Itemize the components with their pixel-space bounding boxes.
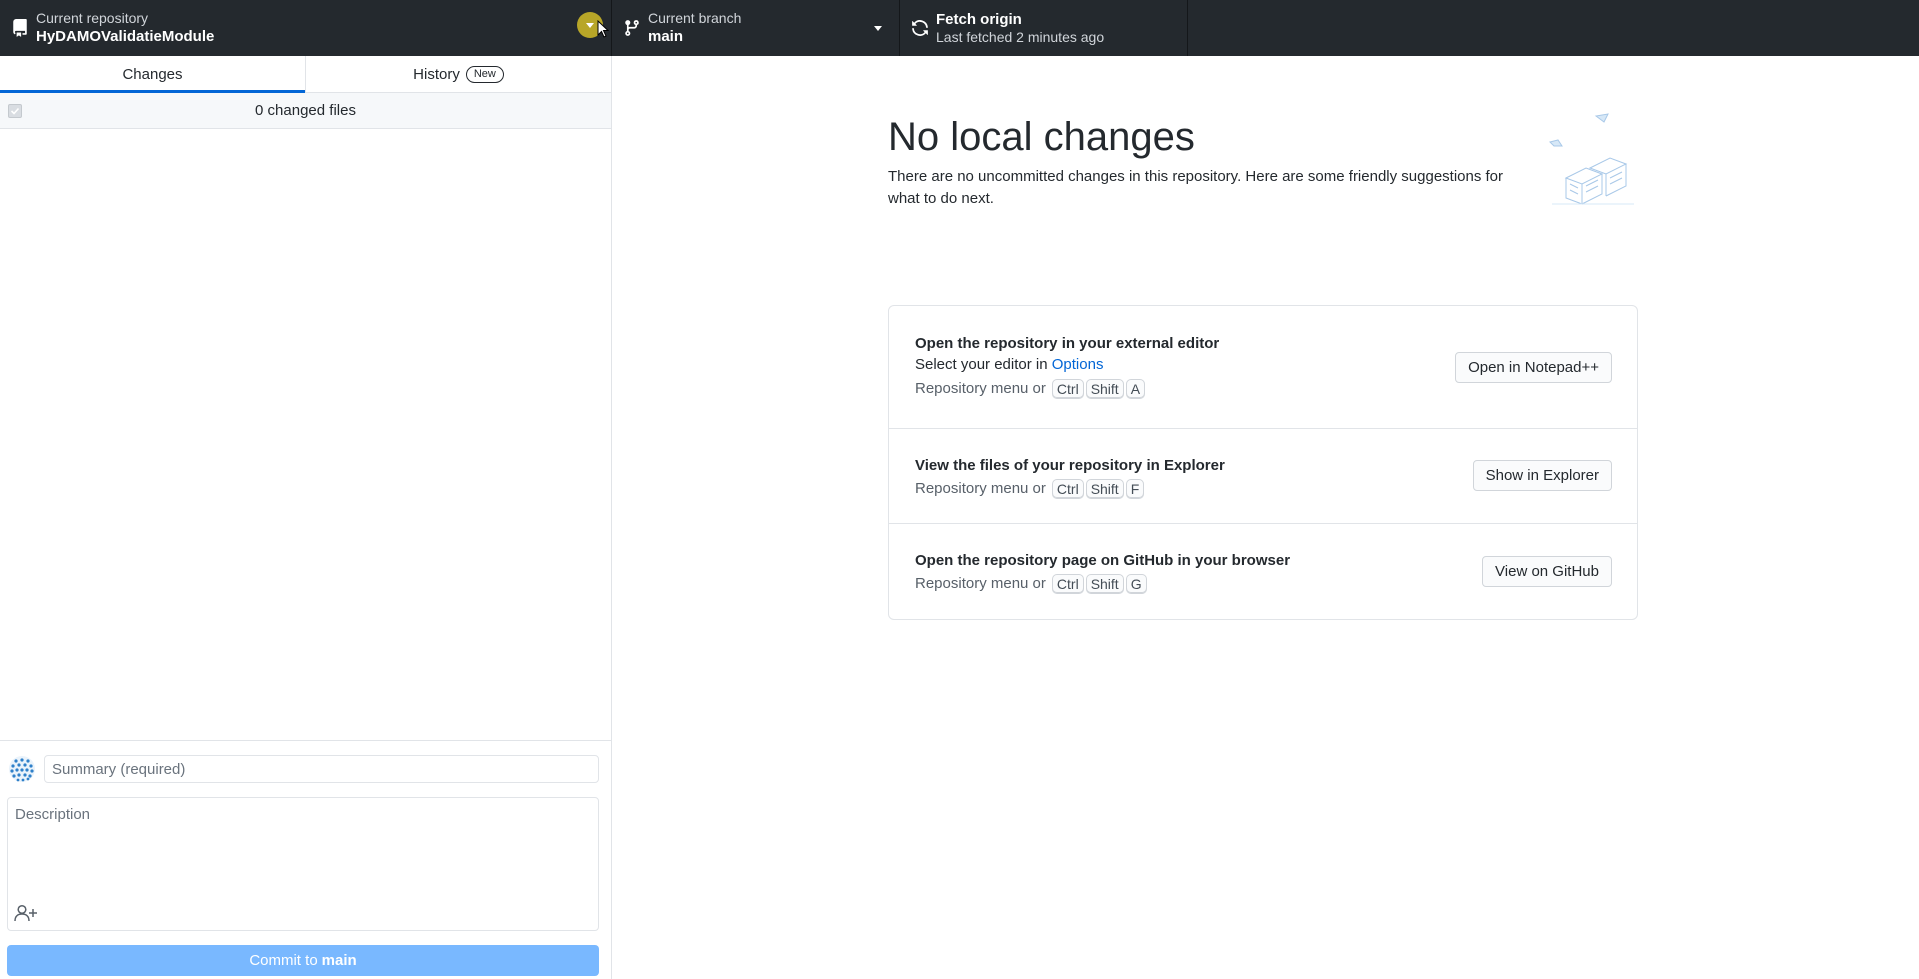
commit-button-branch: main bbox=[321, 952, 357, 969]
key-shift: Shift bbox=[1085, 379, 1124, 399]
key-g: G bbox=[1125, 574, 1147, 594]
key-a: A bbox=[1125, 379, 1146, 399]
show-in-explorer-button[interactable]: Show in Explorer bbox=[1472, 460, 1612, 491]
suggestion-description-text: Select your editor in bbox=[915, 356, 1048, 373]
suggestion-show-explorer: View the files of your repository in Exp… bbox=[889, 429, 1637, 524]
tab-changes[interactable]: Changes bbox=[0, 56, 305, 93]
fetch-subtitle: Last fetched 2 minutes ago bbox=[936, 29, 1105, 45]
toolbar: Current repository HyDAMOValidatieModule… bbox=[0, 0, 1919, 56]
changed-files-count: 0 changed files bbox=[255, 102, 356, 119]
repository-label: Current repository bbox=[36, 10, 149, 26]
main-content: No local changes There are no uncommitte… bbox=[613, 56, 1919, 979]
tab-changes-label: Changes bbox=[122, 65, 183, 83]
key-ctrl: Ctrl bbox=[1051, 574, 1084, 594]
key-f: F bbox=[1125, 479, 1145, 499]
check-icon bbox=[10, 107, 20, 115]
commit-summary-input[interactable] bbox=[44, 755, 599, 783]
repo-icon bbox=[0, 0, 36, 56]
shortcut-label: Repository menu or bbox=[915, 380, 1046, 397]
suggestion-view-github: Open the repository page on GitHub in yo… bbox=[889, 524, 1637, 619]
page-subtitle: There are no uncommitted changes in this… bbox=[888, 168, 1504, 207]
tab-history[interactable]: History New bbox=[305, 56, 611, 92]
suggestion-open-editor: Open the repository in your external edi… bbox=[889, 306, 1637, 429]
sidebar-tabs: Changes History New bbox=[0, 56, 611, 93]
select-all-checkbox[interactable] bbox=[8, 104, 22, 118]
key-ctrl: Ctrl bbox=[1051, 479, 1084, 499]
commit-button-prefix: Commit to bbox=[249, 952, 318, 969]
changes-sidebar: Changes History New 0 changed files Summ… bbox=[0, 56, 612, 979]
suggestion-title: Open the repository in your external edi… bbox=[915, 335, 1220, 352]
shortcut-label: Repository menu or bbox=[915, 575, 1046, 592]
shortcut-label: Repository menu or bbox=[915, 480, 1046, 497]
suggestions-list: Open the repository in your external edi… bbox=[888, 305, 1638, 620]
triangle-down-icon bbox=[873, 0, 883, 56]
mouse-cursor-icon bbox=[597, 20, 609, 38]
options-link[interactable]: Options bbox=[1052, 356, 1104, 373]
avatar bbox=[9, 756, 35, 782]
branch-label: Current branch bbox=[648, 10, 742, 26]
commit-message-area: Commit to main bbox=[0, 740, 611, 979]
repository-selector[interactable]: Current repository HyDAMOValidatieModule bbox=[0, 0, 612, 56]
tab-history-label: History bbox=[413, 65, 460, 83]
commit-description-box bbox=[7, 797, 599, 931]
changes-list-header: 0 changed files bbox=[0, 93, 611, 129]
fetch-origin-button[interactable]: Fetch origin Last fetched 2 minutes ago bbox=[900, 0, 1188, 56]
key-ctrl: Ctrl bbox=[1051, 379, 1084, 399]
commit-button[interactable]: Commit to main bbox=[7, 945, 599, 976]
commit-description-input[interactable] bbox=[8, 798, 598, 894]
branch-name: main bbox=[648, 28, 684, 45]
open-in-editor-button[interactable]: Open in Notepad++ bbox=[1455, 352, 1612, 383]
branch-selector[interactable]: Current branch main bbox=[612, 0, 900, 56]
no-changes-panel: No local changes There are no uncommitte… bbox=[888, 112, 1638, 620]
fetch-title: Fetch origin bbox=[936, 11, 1022, 28]
empty-state-illustration bbox=[1549, 113, 1634, 205]
sync-icon bbox=[900, 0, 936, 56]
repository-name: HyDAMOValidatieModule bbox=[36, 28, 215, 45]
person-add-icon[interactable] bbox=[14, 904, 38, 922]
view-on-github-button[interactable]: View on GitHub bbox=[1482, 556, 1612, 587]
new-badge: New bbox=[465, 65, 504, 83]
key-shift: Shift bbox=[1085, 574, 1124, 594]
git-branch-icon bbox=[612, 0, 648, 56]
key-shift: Shift bbox=[1085, 479, 1124, 499]
page-title: No local changes bbox=[888, 115, 1195, 159]
